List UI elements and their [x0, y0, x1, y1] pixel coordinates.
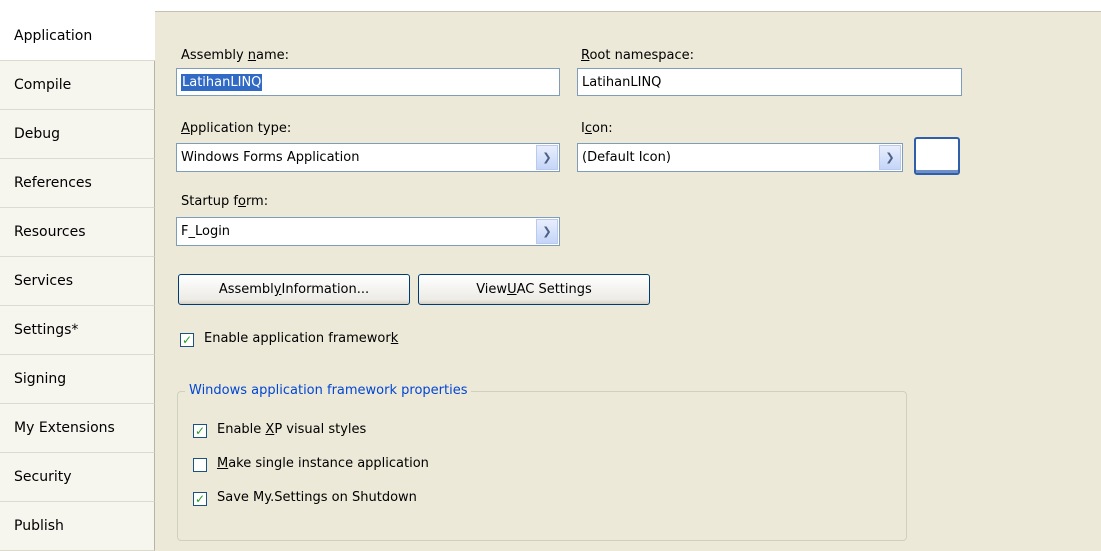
chevron-down-icon[interactable]: ❯: [536, 219, 558, 244]
root-namespace-value: LatihanLINQ: [582, 74, 662, 90]
tab-security[interactable]: Security: [0, 453, 155, 502]
tab-resources[interactable]: Resources: [0, 208, 155, 257]
top-border: [0, 0, 1101, 12]
tab-label: Signing: [14, 371, 67, 387]
chevron-down-icon[interactable]: ❯: [879, 145, 901, 170]
startup-form-value: F_Login: [181, 224, 231, 239]
assembly-information-button[interactable]: Assembl y Information...: [178, 274, 410, 305]
startup-form-label: Startup form:: [181, 194, 269, 209]
check-icon: ✓: [194, 492, 206, 506]
tab-publish[interactable]: Publish: [0, 502, 155, 551]
icon-value: (Default Icon): [582, 150, 671, 165]
group-title: Windows application framework properties: [185, 383, 472, 398]
tab-my-extensions[interactable]: My Extensions: [0, 404, 155, 453]
tab-application[interactable]: Application: [0, 12, 155, 61]
assembly-name-label: Assembly name:: [181, 48, 290, 63]
application-type-select[interactable]: Windows Forms Application ❯: [176, 143, 560, 172]
tab-label: Settings*: [14, 322, 79, 338]
enable-application-framework-checkbox[interactable]: ✓: [180, 333, 194, 347]
tab-label: My Extensions: [14, 420, 115, 436]
tab-services[interactable]: Services: [0, 257, 155, 306]
tab-label: References: [14, 175, 92, 191]
view-uac-settings-button[interactable]: View U AC Settings: [418, 274, 650, 305]
check-icon: ✓: [194, 424, 206, 438]
root-namespace-input[interactable]: LatihanLINQ: [577, 68, 962, 96]
chevron-down-icon[interactable]: ❯: [536, 145, 558, 170]
startup-form-select[interactable]: F_Login ❯: [176, 217, 560, 246]
assembly-name-value: LatihanLINQ: [181, 73, 263, 91]
tab-label: Compile: [14, 77, 72, 93]
application-type-value: Windows Forms Application: [181, 150, 360, 165]
icon-select[interactable]: (Default Icon) ❯: [577, 143, 903, 172]
sidebar: Application Compile Debug References Res…: [0, 12, 155, 551]
icon-label: Icon:: [581, 121, 613, 136]
tab-signing[interactable]: Signing: [0, 355, 155, 404]
root-namespace-label: Root namespace:: [581, 48, 694, 63]
single-instance-checkbox[interactable]: [193, 458, 207, 472]
tab-label: Security: [14, 469, 72, 485]
assembly-name-input[interactable]: LatihanLINQ: [176, 68, 560, 96]
save-settings-on-shutdown-checkbox[interactable]: ✓: [193, 492, 207, 506]
enable-xp-visual-styles-label[interactable]: Enable XP visual styles: [217, 422, 366, 437]
tab-label: Resources: [14, 224, 86, 240]
enable-application-framework-label[interactable]: Enable application framework: [204, 331, 398, 346]
check-icon: ✓: [181, 333, 193, 347]
tab-compile[interactable]: Compile: [0, 61, 155, 110]
tab-settings[interactable]: Settings*: [0, 306, 155, 355]
enable-xp-visual-styles-checkbox[interactable]: ✓: [193, 424, 207, 438]
tab-label: Debug: [14, 126, 61, 142]
tab-label: Publish: [14, 518, 64, 534]
application-type-label: Application type:: [181, 121, 292, 136]
tab-debug[interactable]: Debug: [0, 110, 155, 159]
tab-label: Services: [14, 273, 74, 289]
single-instance-label[interactable]: Make single instance application: [217, 456, 429, 471]
tab-label: Application: [14, 28, 93, 44]
save-settings-on-shutdown-label[interactable]: Save My.Settings on Shutdown: [217, 490, 417, 505]
icon-preview: [914, 137, 960, 175]
tab-references[interactable]: References: [0, 159, 155, 208]
